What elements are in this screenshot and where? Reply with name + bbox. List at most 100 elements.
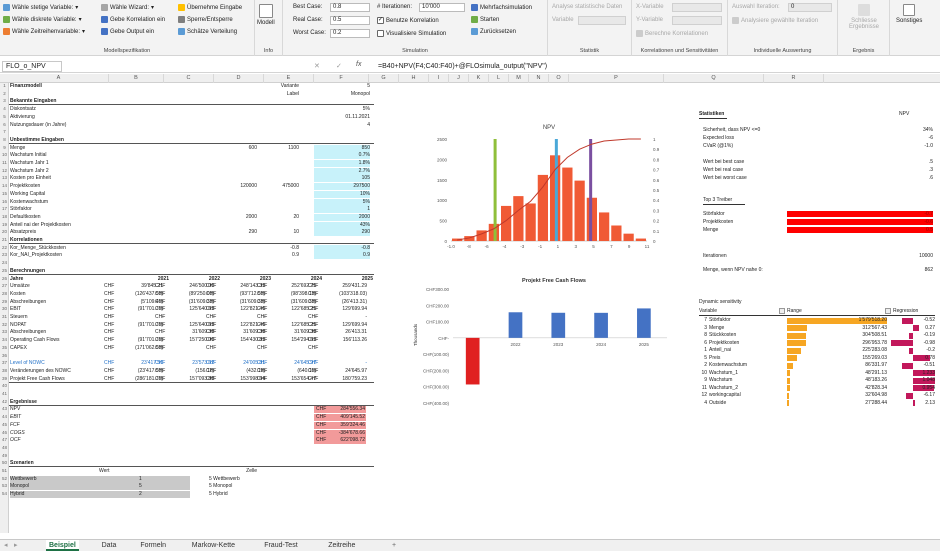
- currency-cell[interactable]: CHF: [257, 337, 273, 344]
- row-header[interactable]: 9: [0, 145, 9, 150]
- row-header[interactable]: 49: [0, 453, 9, 458]
- row-header[interactable]: 13: [0, 175, 9, 180]
- currency-cell[interactable]: CHF: [206, 314, 222, 321]
- start-button[interactable]: Starten: [471, 16, 499, 23]
- variable-header[interactable]: Variable: [699, 308, 717, 314]
- row-header[interactable]: 12: [0, 168, 9, 173]
- value-cell[interactable]: 297500: [314, 183, 370, 190]
- currency-cell[interactable]: CHF: [206, 360, 222, 367]
- result-value[interactable]: -384'678.66: [329, 430, 365, 437]
- row-header[interactable]: 41: [0, 391, 9, 396]
- column-header[interactable]: G: [369, 74, 399, 83]
- worst-case-input[interactable]: 0.2: [330, 29, 370, 38]
- row-header[interactable]: 28: [0, 291, 9, 296]
- row-label[interactable]: Anteil nai der Projektkosten: [10, 222, 120, 229]
- add-sheet-button[interactable]: +: [392, 540, 396, 551]
- currency-cell[interactable]: CHF: [104, 337, 120, 344]
- row-label[interactable]: Projektkosten: [10, 183, 120, 190]
- row-label[interactable]: Jahre: [10, 276, 120, 283]
- value-cell[interactable]: 2000: [209, 214, 257, 221]
- row-label[interactable]: Wachstum Jahr 1: [10, 160, 120, 167]
- iterations-input[interactable]: 10'000: [419, 3, 465, 12]
- scenario-cell[interactable]: 5 Monopol: [209, 483, 289, 490]
- name-box[interactable]: FLO_o_NPV: [2, 61, 62, 72]
- row-label[interactable]: Korrelationen: [10, 237, 120, 244]
- value-cell[interactable]: -0.8: [314, 245, 370, 252]
- column-header[interactable]: B: [109, 74, 164, 83]
- row-header[interactable]: 47: [0, 437, 9, 442]
- iteration-select-input[interactable]: 0: [788, 3, 832, 12]
- year-header[interactable]: 2021: [119, 276, 169, 283]
- value-cell[interactable]: 156'113.26: [323, 337, 367, 344]
- value-cell[interactable]: 26'413.31: [323, 329, 367, 336]
- enter-output-button[interactable]: Gebe Output ein: [101, 28, 154, 35]
- currency-cell[interactable]: CHF: [206, 329, 222, 336]
- row-header[interactable]: 18: [0, 214, 9, 219]
- currency-cell[interactable]: CHF: [104, 345, 120, 352]
- currency-cell[interactable]: CHF: [104, 306, 120, 313]
- formula-input[interactable]: =B40+NPV(F4;C40:F40)+@FLOsimula_output("…: [378, 62, 547, 71]
- value-cell[interactable]: 4: [314, 122, 370, 129]
- column-header[interactable]: J: [449, 74, 469, 83]
- currency-cell[interactable]: CHF: [206, 299, 222, 306]
- row-header[interactable]: 40: [0, 383, 9, 388]
- reset-button[interactable]: Zurücksetzen: [471, 28, 516, 35]
- currency-cell[interactable]: CHF: [257, 368, 273, 375]
- currency-cell[interactable]: CHF: [155, 368, 171, 375]
- result-value[interactable]: 622'098.72: [329, 437, 365, 444]
- row-label[interactable]: Berechnungen: [10, 268, 120, 275]
- currency-cell[interactable]: CHF: [257, 306, 273, 313]
- currency-cell[interactable]: CHF: [308, 368, 324, 375]
- currency-cell[interactable]: CHF: [257, 291, 273, 298]
- value-cell[interactable]: 600: [209, 145, 257, 152]
- currency-cell[interactable]: CHF: [206, 368, 222, 375]
- row-label[interactable]: Working Capital: [10, 191, 120, 198]
- value-cell[interactable]: 129'699.94: [323, 322, 367, 329]
- currency-cell[interactable]: CHF: [206, 345, 222, 352]
- row-header[interactable]: 21: [0, 237, 9, 242]
- value-cell[interactable]: -: [323, 314, 367, 321]
- currency-cell[interactable]: CHF: [308, 360, 324, 367]
- currency-cell[interactable]: CHF: [206, 283, 222, 290]
- wizard-dropdown[interactable]: Wähle Wizard: ▾: [101, 4, 154, 11]
- row-label[interactable]: Nutzungsdauer (in Jahre): [10, 122, 120, 129]
- row-label[interactable]: COGS: [10, 430, 120, 437]
- value-cell[interactable]: 10%: [314, 191, 370, 198]
- value-cell[interactable]: 290: [314, 229, 370, 236]
- currency-cell[interactable]: CHF: [308, 314, 324, 321]
- value-cell[interactable]: Monopol: [314, 91, 370, 98]
- model-button[interactable]: Modell: [257, 4, 275, 26]
- analyse-iteration-button[interactable]: Analysiere gewählte Iteration: [732, 17, 818, 24]
- currency-cell[interactable]: CHF: [257, 314, 273, 321]
- row-header[interactable]: 36: [0, 353, 9, 358]
- value-cell[interactable]: 129'699.94: [323, 306, 367, 313]
- value-cell[interactable]: 180'759.23: [323, 376, 367, 383]
- currency-cell[interactable]: CHF: [155, 337, 171, 344]
- column-header[interactable]: I: [429, 74, 449, 83]
- value-cell[interactable]: 290: [209, 229, 257, 236]
- use-correlation-checkbox[interactable]: ✓ Benutze Korrelation: [377, 17, 439, 24]
- sheet-tab[interactable]: Beispiel: [46, 540, 79, 551]
- currency-cell[interactable]: CHF: [206, 376, 222, 383]
- row-header[interactable]: 7: [0, 129, 9, 134]
- range-header[interactable]: Range: [787, 308, 802, 314]
- value-cell[interactable]: Zelle: [209, 468, 257, 475]
- row-header[interactable]: 17: [0, 206, 9, 211]
- row-header[interactable]: 10: [0, 152, 9, 157]
- currency-cell[interactable]: CHF: [257, 329, 273, 336]
- currency-cell[interactable]: CHF: [257, 376, 273, 383]
- currency-cell[interactable]: CHF: [104, 283, 120, 290]
- row-header[interactable]: 42: [0, 399, 9, 404]
- scenario-cell[interactable]: 5 Hybrid: [209, 491, 289, 498]
- currency-cell[interactable]: CHF: [155, 283, 171, 290]
- row-header[interactable]: 51: [0, 468, 9, 473]
- value-cell[interactable]: 24'645.97: [323, 368, 367, 375]
- row-label[interactable]: Kosten pro Einheit: [10, 175, 120, 182]
- column-header[interactable]: H: [399, 74, 429, 83]
- value-cell[interactable]: 850: [314, 145, 370, 152]
- filter-icon[interactable]: [885, 308, 891, 314]
- result-value[interactable]: 284'556.34: [329, 406, 365, 413]
- row-header[interactable]: 33: [0, 329, 9, 334]
- currency-cell[interactable]: CHF: [104, 291, 120, 298]
- row-header[interactable]: 2: [0, 91, 9, 96]
